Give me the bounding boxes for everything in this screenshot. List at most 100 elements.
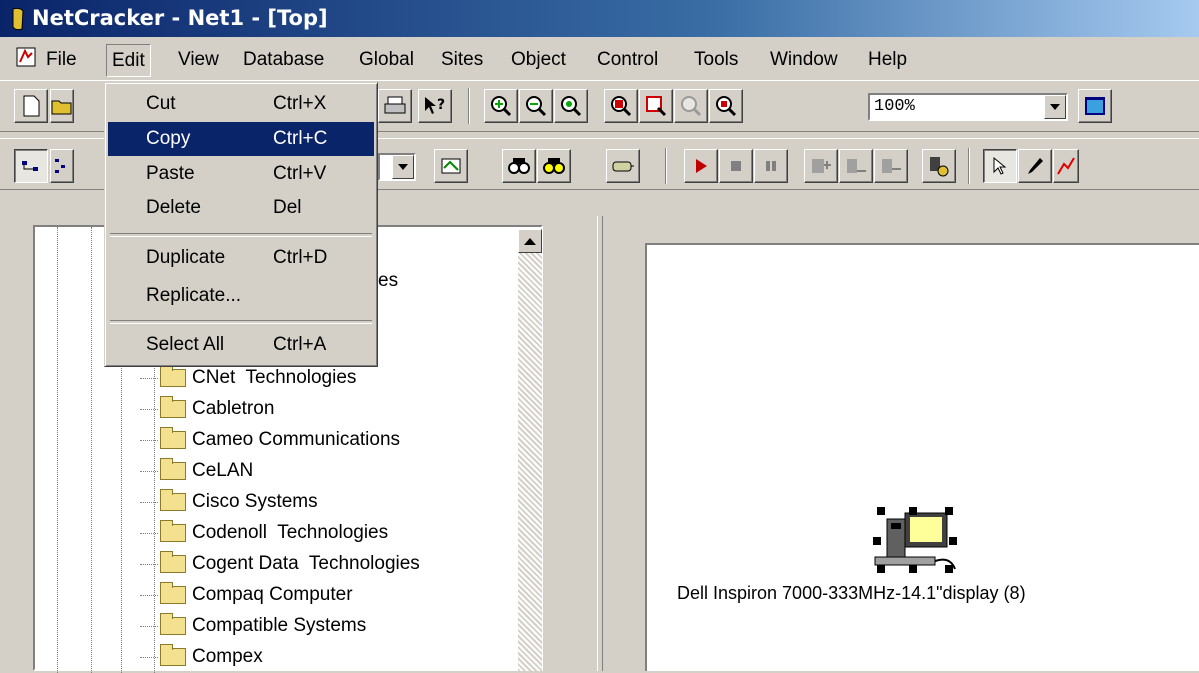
zoom-in-icon[interactable] [484, 89, 518, 123]
tree-item[interactable]: CeLAN [140, 456, 253, 486]
chevron-down-icon[interactable] [392, 155, 414, 179]
select-arrow-icon[interactable] [983, 149, 1017, 183]
protocol-icon[interactable] [922, 149, 956, 183]
tree-connector [140, 656, 158, 658]
folder-icon [160, 458, 186, 480]
folder-icon [160, 365, 186, 387]
traffic-remove-icon[interactable] [874, 149, 908, 183]
menu-control[interactable]: Control [597, 49, 658, 71]
app-icon [12, 7, 24, 31]
menu-item-shortcut: Ctrl+A [273, 334, 327, 355]
tree-item[interactable]: Cameo Communications [140, 425, 400, 455]
menu-item-duplicate[interactable]: Duplicate Ctrl+D [108, 241, 374, 275]
pencil-icon[interactable] [1018, 149, 1052, 183]
menu-global[interactable]: Global [359, 49, 414, 71]
menu-object[interactable]: Object [511, 49, 566, 71]
new-icon[interactable] [14, 89, 48, 123]
vertical-scrollbar[interactable] [518, 229, 542, 671]
menu-item-cut[interactable]: Cut Ctrl+X [108, 87, 374, 121]
site-settings-icon[interactable] [434, 149, 468, 183]
tree-item-partial: es [378, 270, 399, 291]
link-icon[interactable] [606, 149, 640, 183]
object-filter-dropdown[interactable] [378, 153, 416, 181]
tree-item[interactable]: Codenoll Technologies [140, 518, 388, 548]
tree-connector [140, 625, 158, 627]
window-title: NetCracker - Net1 - [Top] [32, 6, 328, 30]
tree-item-label: Compaq Computer [192, 584, 353, 605]
menu-file[interactable]: File [46, 49, 77, 71]
menu-tools[interactable]: Tools [694, 49, 738, 71]
tree-connector [140, 501, 158, 503]
help-pointer-icon[interactable]: ? [418, 89, 452, 123]
tree-item[interactable]: Compatible Systems [140, 611, 366, 641]
menu-edit[interactable]: Edit [106, 44, 151, 77]
zoom-window-icon[interactable] [604, 89, 638, 123]
tree-connector [140, 563, 158, 565]
network-canvas[interactable]: Dell Inspiron 7000-333MHz-14.1"display (… [645, 243, 1199, 671]
find-next-icon[interactable] [537, 149, 571, 183]
menu-item-copy[interactable]: Copy Ctrl+C [108, 122, 374, 156]
tree-connector [140, 532, 158, 534]
find-icon[interactable] [502, 149, 536, 183]
menu-item-delete[interactable]: Delete Del [108, 191, 374, 225]
device-node[interactable] [865, 501, 965, 577]
svg-text:?: ? [437, 97, 445, 113]
traffic-add-icon[interactable] [804, 149, 838, 183]
menu-item-label: Copy [146, 128, 191, 149]
print-icon[interactable] [378, 89, 412, 123]
tree-item[interactable]: CNet Technologies [140, 363, 356, 393]
traffic-edit-icon[interactable] [839, 149, 873, 183]
menu-item-select-all[interactable]: Select All Ctrl+A [108, 328, 374, 362]
tree-connector [140, 377, 158, 379]
menu-sites[interactable]: Sites [441, 49, 483, 71]
menu-item-label: Cut [146, 93, 176, 114]
tree-item-label: CNet Technologies [192, 367, 357, 388]
folder-icon [160, 520, 186, 542]
zoom-area-icon[interactable] [639, 89, 673, 123]
zoom-all-icon[interactable] [709, 89, 743, 123]
menu-item-paste[interactable]: Paste Ctrl+V [108, 157, 374, 191]
tree-item-label: Compex [192, 646, 263, 667]
tree-item[interactable]: Cisco Systems [140, 487, 318, 517]
menu-separator [110, 320, 372, 324]
menu-item-label: Replicate... [146, 285, 242, 306]
menu-item-label: Duplicate [146, 247, 226, 268]
tree-item[interactable]: Cabletron [140, 394, 274, 424]
menu-database[interactable]: Database [243, 49, 324, 71]
zoom-previous-icon[interactable] [674, 89, 708, 123]
menu-window[interactable]: Window [770, 49, 838, 71]
menu-bar: File Edit View Database Global Sites Obj… [0, 37, 1199, 77]
tree-item-label: Compatible Systems [192, 615, 367, 636]
tree-item-label: CeLAN [192, 460, 254, 481]
title-bar: NetCracker - Net1 - [Top] [0, 0, 1199, 37]
pause-icon[interactable] [754, 149, 788, 183]
stop-icon[interactable] [719, 149, 753, 183]
play-icon[interactable] [684, 149, 718, 183]
menu-item-replicate[interactable]: Replicate... [108, 279, 374, 313]
tree-item[interactable]: Compex [140, 642, 263, 672]
overview-window-icon[interactable] [1078, 89, 1112, 123]
menu-view[interactable]: View [178, 49, 219, 71]
tree-item[interactable]: Cogent Data Technologies [140, 549, 420, 579]
tree-item-label: Cogent Data Technologies [192, 553, 420, 574]
open-icon[interactable] [50, 89, 74, 123]
zoom-fit-icon[interactable] [554, 89, 588, 123]
zoom-out-icon[interactable] [519, 89, 553, 123]
tree-view-icon[interactable] [14, 149, 48, 183]
tree-item[interactable]: Compaq Computer [140, 580, 353, 610]
menu-item-shortcut: Del [273, 197, 302, 218]
menu-item-label: Select All [146, 334, 225, 355]
folder-icon [160, 551, 186, 573]
list-view-icon[interactable] [50, 149, 74, 183]
edit-menu-dropdown: Cut Ctrl+X Copy Ctrl+C Paste Ctrl+V Dele… [104, 82, 378, 367]
chevron-down-icon[interactable] [1044, 95, 1066, 119]
link-tool-icon[interactable] [1053, 149, 1079, 183]
document-icon[interactable] [16, 47, 36, 67]
menu-item-label: Delete [146, 197, 201, 218]
tree-guide-line [91, 227, 92, 673]
folder-icon [160, 582, 186, 604]
zoom-combobox[interactable]: 100% [868, 93, 1068, 121]
menu-help[interactable]: Help [868, 49, 907, 71]
menu-item-label: Paste [146, 163, 195, 184]
scroll-up-icon[interactable] [518, 229, 542, 253]
